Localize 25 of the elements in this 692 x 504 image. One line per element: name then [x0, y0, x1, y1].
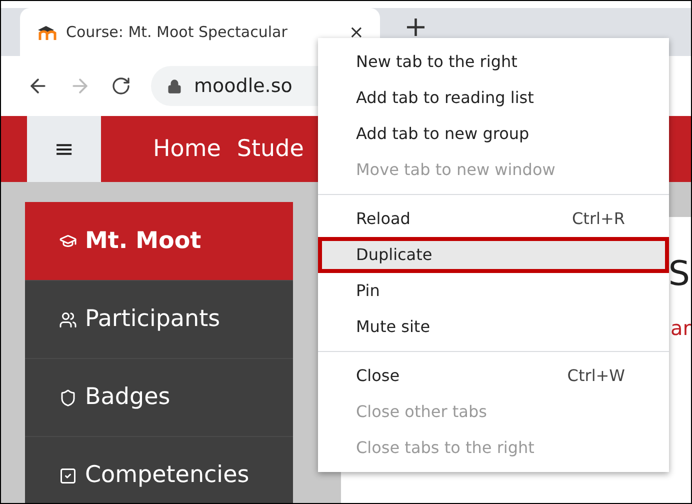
- sidebar-item[interactable]: Mt. Moot: [25, 202, 293, 280]
- menu-item[interactable]: Add tab to reading list: [318, 80, 669, 116]
- course-icon: [59, 232, 77, 250]
- browser-tab[interactable]: Course: Mt. Moot Spectacular ×: [20, 8, 380, 56]
- lock-icon: [167, 78, 182, 94]
- tab-title: Course: Mt. Moot Spectacular: [66, 22, 288, 43]
- menu-item[interactable]: Duplicate: [318, 237, 669, 273]
- badge-icon: [59, 388, 77, 406]
- nav-link[interactable]: Home: [153, 132, 221, 166]
- check-icon: [59, 466, 77, 484]
- menu-item[interactable]: Pin: [318, 273, 669, 309]
- people-icon: [59, 310, 77, 328]
- menu-item[interactable]: Reload Ctrl+R: [318, 201, 669, 237]
- logo-icon: [36, 24, 58, 40]
- sidebar-item[interactable]: Competencies: [25, 436, 293, 503]
- sidebar-item[interactable]: Badges: [25, 358, 293, 436]
- menu-item[interactable]: Mute site: [318, 309, 669, 345]
- menu-item[interactable]: Close Ctrl+W: [318, 358, 669, 394]
- menu-item[interactable]: Add tab to new group: [318, 116, 669, 152]
- sidebar-item[interactable]: Participants: [25, 280, 293, 358]
- nav-link[interactable]: Stude: [236, 132, 304, 166]
- menu-button[interactable]: ≡: [27, 116, 101, 182]
- page-heading: S: [668, 257, 691, 291]
- reload-icon[interactable]: [111, 76, 131, 96]
- course-link[interactable]: ar: [670, 313, 691, 343]
